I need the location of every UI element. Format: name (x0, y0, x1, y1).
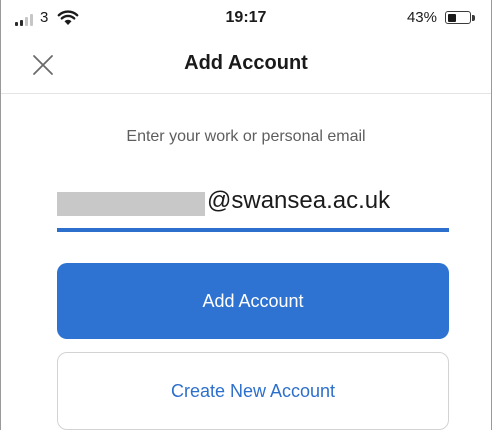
battery-nub (472, 15, 475, 21)
battery-percentage: 43% (406, 9, 437, 26)
header: Add Account (1, 36, 491, 94)
email-domain-text: @swansea.ac.uk (207, 187, 391, 214)
email-prompt: Enter your work or personal email (126, 128, 366, 145)
battery-icon (445, 11, 471, 24)
page-title: Add Account (184, 52, 308, 74)
add-account-button[interactable]: Add Account (57, 263, 449, 339)
app-screen: 3 19:17 43% Add Account Enter your work … (0, 0, 492, 430)
status-bar: 3 19:17 43% (1, 0, 491, 36)
create-new-account-button[interactable]: Create New Account (57, 352, 449, 430)
email-field[interactable]: @swansea.ac.uk (57, 180, 449, 232)
redacted-username (57, 192, 205, 216)
